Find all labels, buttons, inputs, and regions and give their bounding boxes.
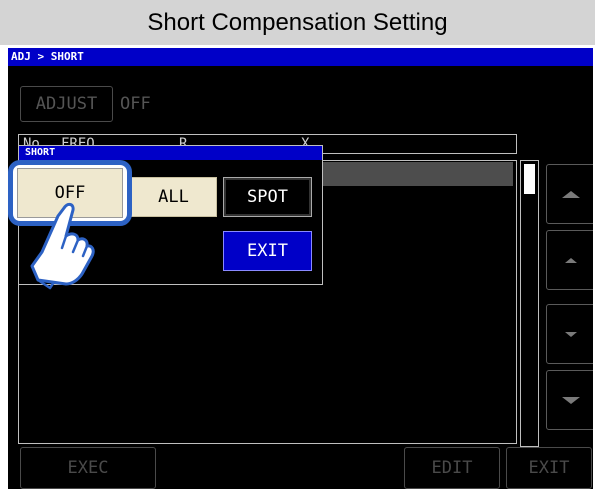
spot-button[interactable]: SPOT bbox=[223, 177, 312, 217]
page-up-button[interactable] bbox=[546, 164, 593, 224]
scroll-down-icon bbox=[565, 331, 577, 337]
scroll-up-button[interactable] bbox=[546, 230, 593, 290]
page-down-icon bbox=[562, 396, 580, 404]
page-down-button[interactable] bbox=[546, 370, 593, 430]
scroll-thumb[interactable] bbox=[524, 164, 535, 194]
exit-button[interactable]: EXIT bbox=[506, 447, 592, 489]
exec-button[interactable]: EXEC bbox=[20, 447, 156, 489]
adjust-status: OFF bbox=[120, 94, 151, 114]
adjust-button[interactable]: ADJUST bbox=[20, 86, 113, 122]
scrollbar[interactable] bbox=[520, 160, 539, 447]
page-title: Short Compensation Setting bbox=[0, 0, 595, 45]
page-up-icon bbox=[562, 190, 580, 198]
pointing-hand-icon bbox=[30, 202, 95, 290]
scroll-down-button[interactable] bbox=[546, 304, 593, 364]
breadcrumb: ADJ > SHORT bbox=[8, 48, 593, 66]
dialog-title: SHORT bbox=[19, 146, 322, 160]
scroll-up-icon bbox=[565, 257, 577, 263]
edit-button[interactable]: EDIT bbox=[404, 447, 500, 489]
all-button[interactable]: ALL bbox=[130, 177, 217, 217]
dialog-exit-button[interactable]: EXIT bbox=[223, 231, 312, 271]
